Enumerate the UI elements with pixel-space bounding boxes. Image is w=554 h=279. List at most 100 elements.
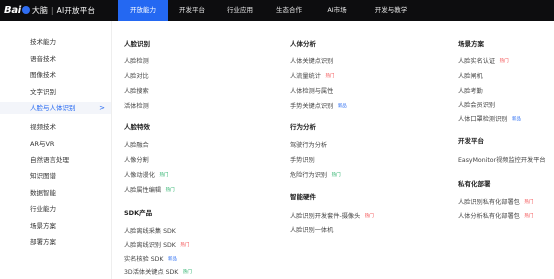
link-label: 危险行为识别 [290,172,328,179]
link-sdk-realname[interactable]: 实名核验 SDK 新品 [124,255,178,265]
link-label: 人脸搜索 [124,88,149,95]
sidebar-item-ocr[interactable]: 文字识别 [30,86,56,98]
link-body-attr[interactable]: 人体检测与属性 [290,87,333,97]
link-face-detect[interactable]: 人脸检测 [124,57,149,67]
link-label: 3D活体关键点 SDK [124,269,179,276]
nav-open-capabilities[interactable]: 开放能力 [118,0,168,21]
sidebar-item-tech[interactable]: 技术能力 [30,36,56,48]
logo-text: Bai [4,5,21,16]
hot-badge: 热门 [159,173,169,178]
link-label: 人脸会员识别 [458,102,496,109]
hot-badge: 热门 [364,214,374,219]
link-attr-edit[interactable]: 人脸属性编辑 热门 [124,186,176,196]
logo-separator: | [50,6,54,15]
link-label: 人脸识别一体机 [290,227,334,234]
section-title-dev-platform: 开发平台 [458,137,484,145]
link-face-merge[interactable]: 人脸融合 [124,141,149,151]
link-label: 人流量统计 [290,73,321,80]
section-title-behavior: 行为分析 [290,123,316,131]
link-label: 人像动漫化 [124,172,155,179]
link-face-search[interactable]: 人脸搜索 [124,87,149,97]
link-sdk-capture[interactable]: 人脸离线采集 SDK [124,227,176,237]
category-sidebar: 技术能力 语音技术 图像技术 文字识别 人脸与人体识别 > 视频技术 AR与VR… [0,21,112,279]
link-gesture[interactable]: 手势识别 [290,156,315,166]
paw-icon [21,5,30,14]
link-label: 人脸考勤 [458,88,483,95]
section-title-private: 私有化部署 [458,180,491,188]
section-title-body-analysis: 人体分析 [290,40,316,48]
link-danger[interactable]: 危险行为识别 热门 [290,171,342,181]
link-easymonitor[interactable]: EasyMonitor视频监控开发平台 [458,156,546,166]
link-driving[interactable]: 驾驶行为分析 [290,141,327,151]
new-badge: 新品 [167,257,177,262]
sidebar-item-nlp[interactable]: 自然语言处理 [30,154,69,166]
nav-ecosystem[interactable]: 生态合作 [264,0,314,21]
hot-badge: 热门 [524,214,534,219]
link-member[interactable]: 人脸会员识别 [458,101,495,111]
link-label: 人体口罩检测识别 [458,116,508,123]
link-realname[interactable]: 人脸实名认证 热门 [458,57,510,67]
hot-badge: 热门 [499,59,509,64]
logo-du: 大脑 [31,6,48,15]
link-keypoints[interactable]: 人体关键点识别 [290,57,333,67]
link-face-compare[interactable]: 人脸对比 [124,72,149,82]
baidu-ai-logo[interactable]: Bai 大脑 | AI开放平台 [4,3,95,18]
link-all-in-one[interactable]: 人脸识别一体机 [290,226,333,236]
section-title-sdk: SDK产品 [124,209,153,217]
link-label: 人脸对比 [124,73,149,80]
link-portrait-seg[interactable]: 人像分割 [124,156,149,166]
link-label: 活体检测 [124,103,149,110]
link-liveness[interactable]: 活体检测 [124,102,149,112]
sidebar-item-arvr[interactable]: AR与VR [30,138,54,150]
link-anime[interactable]: 人像动漫化 热门 [124,171,170,181]
platform-name: AI开放平台 [56,6,96,15]
new-badge: 新品 [512,117,521,122]
link-private-body[interactable]: 人体分析私有化部署包 热门 [458,212,535,222]
link-label: 手势关键点识别 [290,103,334,110]
link-kit-camera[interactable]: 人脸识别开发套件-摄像头 热门 [290,212,375,222]
sidebar-item-video[interactable]: 视频技术 [30,121,56,133]
link-gate[interactable]: 人脸闸机 [458,72,483,82]
sidebar-item-image[interactable]: 图像技术 [30,69,56,81]
link-mask[interactable]: 人体口罩检测识别 新品 [458,115,523,125]
sidebar-item-kg[interactable]: 知识图谱 [30,170,56,182]
link-label: 人脸识别开发套件-摄像头 [290,213,361,220]
link-label: 人脸离线识别 SDK [124,242,176,249]
top-nav-bar: Bai 大脑 | AI开放平台 开放能力 开发平台 行业应用 生态合作 AI市场… [0,0,554,21]
link-label: 实名核验 SDK [124,256,164,263]
link-label: 人脸实名认证 [458,58,496,65]
nav-industry[interactable]: 行业应用 [216,0,264,21]
link-label: 人脸识别私有化部署包 [458,199,520,206]
link-sdk-3d[interactable]: 3D活体关键点 SDK 热门 [124,268,193,278]
section-title-scenes: 场景方案 [458,40,484,48]
link-label: 人体分析私有化部署包 [458,213,520,220]
link-label: EasyMonitor视频监控开发平台 [458,157,546,164]
sidebar-item-label: 人脸与人体识别 [30,104,76,112]
link-crowd[interactable]: 人流量统计 热门 [290,72,336,82]
nav-ai-market[interactable]: AI市场 [314,0,360,21]
sidebar-item-data[interactable]: 数据智能 [30,187,56,199]
nav-dev-platform[interactable]: 开发平台 [168,0,216,21]
link-label: 人脸闸机 [458,73,483,80]
sidebar-item-speech[interactable]: 语音技术 [30,53,56,65]
link-label: 人体关键点识别 [290,58,334,65]
sidebar-item-deploy[interactable]: 部署方案 [30,236,56,248]
link-label: 人脸融合 [124,142,149,149]
link-sdk-offline[interactable]: 人脸离线识别 SDK 热门 [124,241,191,251]
hot-badge: 热门 [524,200,534,205]
link-label: 人脸离线采集 SDK [124,228,176,235]
sidebar-item-face-body[interactable]: 人脸与人体识别 > [0,102,111,114]
link-hand-keypoints[interactable]: 手势关键点识别 新品 [290,102,348,112]
link-label: 人脸检测 [124,58,149,65]
nav-dev-learning[interactable]: 开发与教学 [360,0,422,21]
link-private-face[interactable]: 人脸识别私有化部署包 热门 [458,198,535,208]
link-label: 手势识别 [290,157,315,164]
sidebar-item-industry[interactable]: 行业能力 [30,203,56,215]
sidebar-item-scenes[interactable]: 场景方案 [30,220,56,232]
section-title-face-effects: 人脸特效 [124,123,150,131]
link-label: 驾驶行为分析 [290,142,328,149]
hot-badge: 热门 [331,173,341,178]
section-title-face-recognition: 人脸识别 [124,40,150,48]
section-title-hardware: 智能硬件 [290,193,316,201]
link-attendance[interactable]: 人脸考勤 [458,87,483,97]
